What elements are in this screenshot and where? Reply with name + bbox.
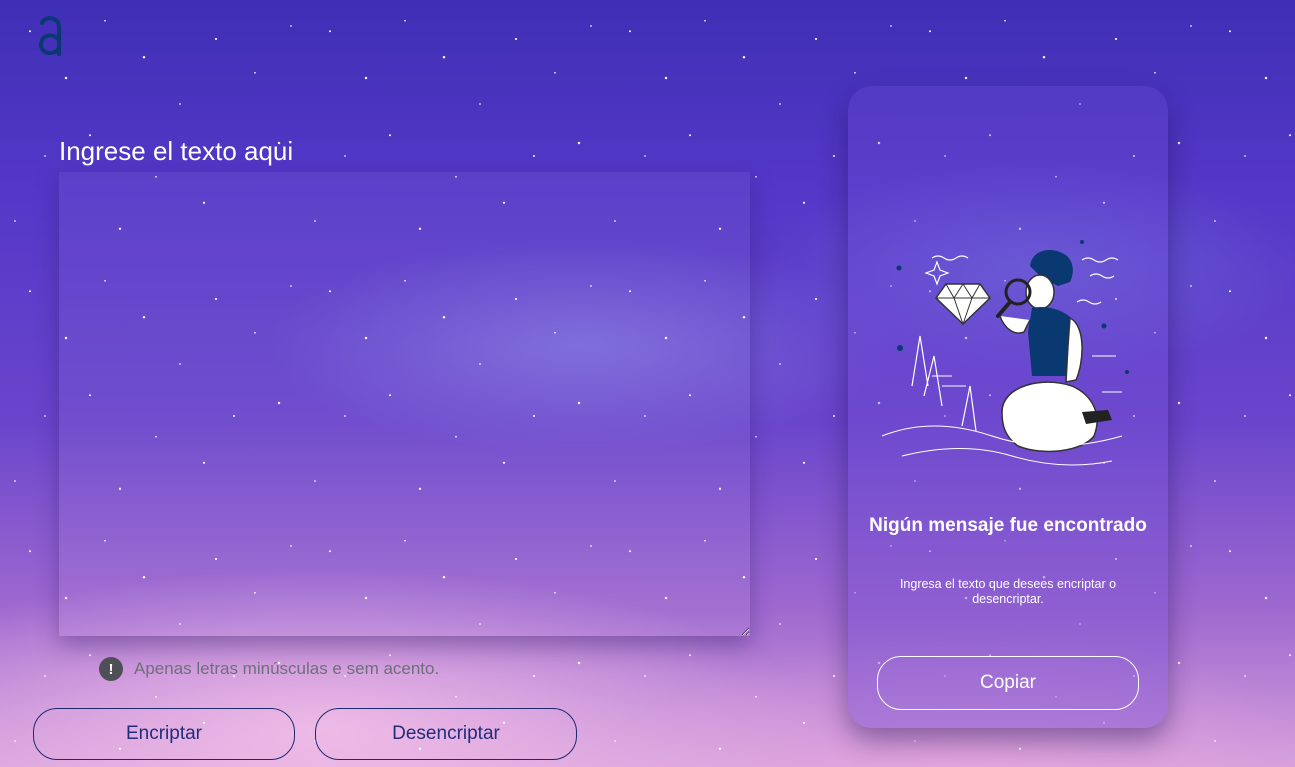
input-warning: ! Apenas letras minúsculas e sem acento. [99, 657, 439, 681]
decrypt-button[interactable]: Desencriptar [315, 708, 577, 760]
message-input[interactable] [59, 172, 750, 636]
copy-button[interactable]: Copiar [877, 656, 1139, 710]
exclamation-circle-icon: ! [99, 657, 123, 681]
encrypt-button[interactable]: Encriptar [33, 708, 295, 760]
no-message-subtitle: Ingresa el texto que desees encriptar o … [899, 577, 1117, 606]
input-placeholder-title: Ingrese el texto aqui [59, 136, 294, 166]
person-with-magnifier-illustration [881, 240, 1129, 466]
warning-text: Apenas letras minúsculas e sem acento. [134, 659, 440, 678]
output-panel: Nigún mensaje fue encontrado Ingresa el … [848, 86, 1168, 728]
alura-logo-icon [38, 16, 61, 56]
no-message-title: Nigún mensaje fue encontrado [869, 515, 1147, 536]
